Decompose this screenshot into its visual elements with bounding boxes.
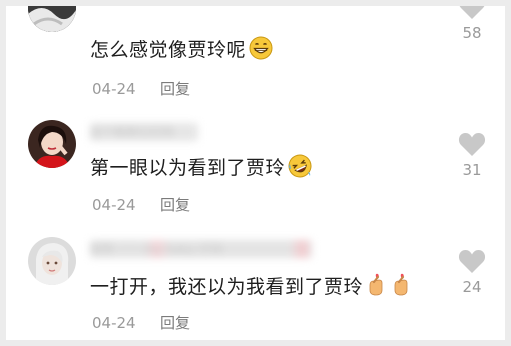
heart-icon bbox=[458, 250, 486, 273]
rolling-laughing-icon bbox=[288, 154, 312, 184]
comment-text: 怎么感觉像贾玲呢 bbox=[90, 36, 273, 66]
comment-meta: 04-24 回复 bbox=[92, 194, 190, 215]
comment-text: 一打开，我还以为我看到了贾玲 bbox=[90, 273, 413, 303]
reply-button[interactable]: 回复 bbox=[160, 78, 190, 99]
like-button[interactable]: 24 bbox=[454, 248, 490, 296]
heart-icon bbox=[458, 133, 486, 156]
like-count: 24 bbox=[462, 278, 482, 296]
like-button[interactable]: 58 bbox=[454, 6, 490, 42]
comment-date: 04-24 bbox=[92, 80, 136, 98]
grinning-face-icon bbox=[249, 36, 273, 66]
reply-button[interactable]: 回复 bbox=[160, 194, 190, 215]
username[interactable]: 这个昵称已打码 bbox=[90, 123, 198, 141]
finger-heart-icon bbox=[391, 273, 413, 303]
avatar[interactable] bbox=[28, 237, 76, 285]
comment-date: 04-24 bbox=[92, 314, 136, 332]
username[interactable]: 昵称 ♡♡ my baby 打码 bbox=[90, 240, 312, 258]
finger-heart-icon bbox=[366, 273, 388, 303]
comment-date: 04-24 bbox=[92, 196, 136, 214]
avatar[interactable] bbox=[28, 6, 76, 32]
comment-meta: 04-24 回复 bbox=[92, 312, 190, 333]
like-count: 58 bbox=[462, 24, 482, 42]
comment-list: 怎么感觉像贾玲呢 04-24 回复 58 这个昵称已打码 第一眼以为看到了贾玲 … bbox=[6, 6, 505, 340]
reply-button[interactable]: 回复 bbox=[160, 312, 190, 333]
avatar[interactable] bbox=[28, 120, 76, 168]
heart-icon bbox=[459, 6, 485, 19]
like-button[interactable]: 31 bbox=[454, 131, 490, 179]
like-count: 31 bbox=[462, 161, 482, 179]
comment-meta: 04-24 回复 bbox=[92, 78, 190, 99]
comment-text: 第一眼以为看到了贾玲 bbox=[90, 154, 312, 184]
